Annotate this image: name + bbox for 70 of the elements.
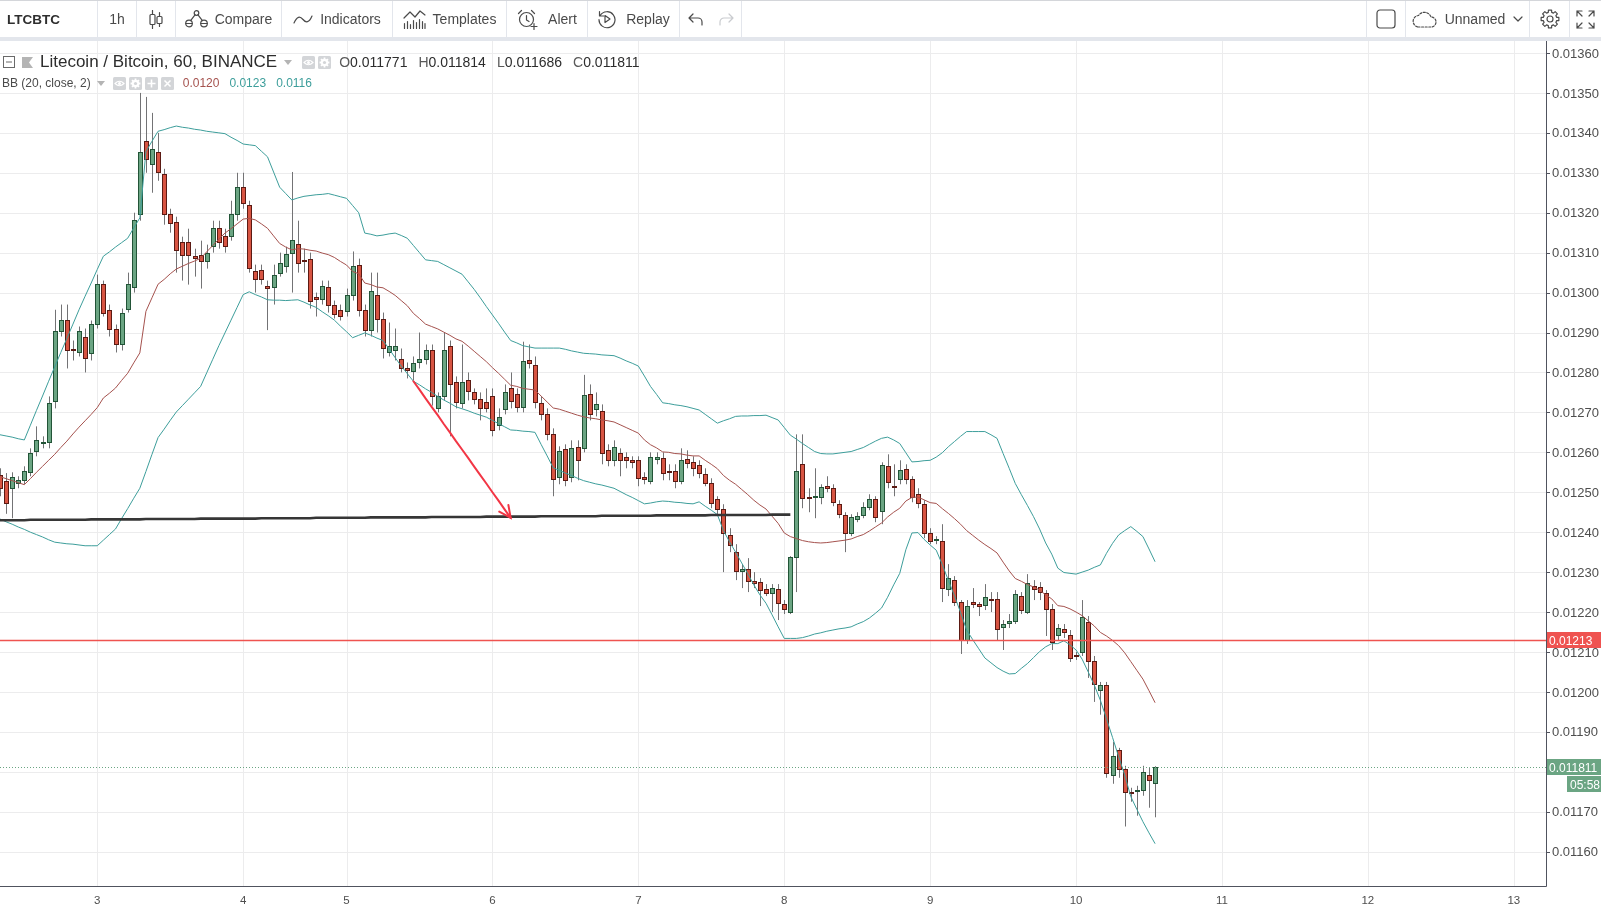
series-title: Litecoin / Bitcoin, 60, BINANCE	[40, 52, 278, 72]
wave-icon	[293, 13, 314, 25]
date-label: 13	[1507, 894, 1521, 906]
indicator-value: 0.0116	[276, 76, 312, 90]
settings-icon[interactable]	[318, 55, 332, 69]
price-scale-label: 0.01290	[1552, 325, 1599, 341]
ohlc-value: 0.011811	[583, 54, 640, 70]
price-scale-label: 0.01270	[1552, 405, 1599, 420]
date-label: 6	[489, 894, 496, 906]
ohlc-label: H	[418, 54, 429, 70]
indicator-value: 0.0120	[182, 76, 220, 90]
price-scale-label: 0.01360	[1552, 45, 1599, 61]
indicator-title: BB (20, close, 2)	[2, 76, 91, 90]
square-icon	[1376, 9, 1396, 29]
undo-icon	[688, 12, 703, 26]
price-scale-label: 0.01230	[1552, 564, 1599, 580]
minus-square-icon[interactable]	[3, 56, 15, 68]
fullscreen-icon	[1576, 9, 1595, 29]
caret-icon	[1513, 16, 1524, 22]
settings-icon[interactable]	[128, 76, 142, 90]
price-scale-label: 0.01340	[1552, 125, 1599, 141]
ohlc-label: O	[339, 54, 351, 70]
date-label: 3	[94, 894, 101, 906]
candlestick-icon	[149, 9, 163, 29]
price-label: 0.011811	[1547, 759, 1601, 775]
ohlc-value: 0.011771	[350, 54, 408, 70]
ohlc-value: 0.011686	[504, 54, 563, 70]
price-label: 0.01213	[1547, 632, 1601, 648]
date-label: 11	[1216, 894, 1228, 906]
date-label: 8	[781, 894, 788, 906]
ohlc-label: C	[573, 54, 584, 70]
price-scale-label: 0.01240	[1552, 524, 1599, 540]
date-label: 10	[1069, 894, 1083, 906]
eye-icon[interactable]	[112, 76, 126, 90]
price-scale-label: 0.01300	[1552, 285, 1599, 301]
alarm-clock-icon	[517, 8, 539, 30]
price-scale-label: 0.01280	[1552, 365, 1599, 381]
layout-button[interactable]	[1366, 1, 1406, 37]
price-scale-label: 0.01250	[1552, 484, 1599, 500]
price-scale-label: 0.01200	[1552, 684, 1599, 700]
redo-icon	[718, 12, 734, 26]
flag-icon[interactable]	[22, 56, 33, 68]
date-label: 12	[1361, 894, 1375, 906]
caret-icon[interactable]	[284, 59, 293, 65]
price-scale-label: 0.01320	[1552, 205, 1599, 221]
price-scale-label: 0.01190	[1552, 724, 1599, 740]
eye-icon[interactable]	[302, 55, 316, 69]
price-scale-label: 0.01220	[1552, 604, 1599, 620]
circular-arrow-play-icon	[597, 9, 618, 29]
countdown-label: 05:58	[1567, 776, 1601, 792]
settings-icon	[1539, 9, 1560, 29]
balance-icon	[184, 10, 208, 28]
price-scale-label: 0.01160	[1552, 844, 1599, 860]
price-scale-label: 0.01350	[1552, 85, 1599, 101]
ohlc-label: L	[496, 54, 505, 70]
date-label: 9	[926, 894, 934, 906]
price-scale-label: 0.01330	[1552, 165, 1599, 181]
bar-chart-icon	[402, 9, 426, 29]
plus-icon[interactable]	[144, 76, 158, 90]
price-scale-label: 0.01170	[1552, 804, 1599, 820]
date-label: 5	[343, 894, 350, 906]
caret-icon[interactable]	[96, 80, 105, 86]
date-label: 4	[240, 894, 247, 906]
indicator-value: 0.0123	[229, 76, 267, 90]
price-scale-label: 0.01310	[1552, 245, 1599, 261]
ohlc-value: 0.011814	[428, 54, 486, 70]
price-scale-label: 0.01260	[1552, 444, 1599, 460]
cloud-icon	[1411, 10, 1437, 28]
date-label: 7	[635, 894, 642, 906]
close-icon[interactable]	[160, 76, 174, 90]
